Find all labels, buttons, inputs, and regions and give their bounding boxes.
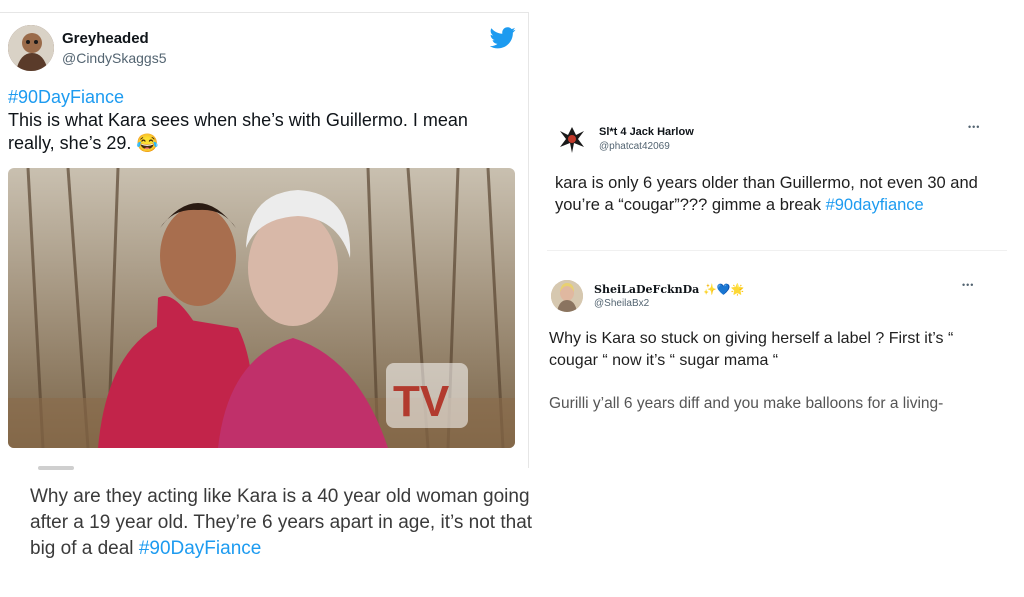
tweet-body: Why are they acting like Kara is a 40 ye… <box>30 486 533 559</box>
tweet-card-main: Greyheaded @CindySkaggs5 #90DayFiance Th… <box>0 12 529 468</box>
tweet-text-4: Why is Kara so stuck on giving herself a… <box>549 330 954 369</box>
hashtag-link[interactable]: #90DayFiance <box>139 538 262 559</box>
tweet-text: This is what Kara sees when she’s with G… <box>8 109 508 155</box>
avatar[interactable] <box>8 25 54 71</box>
avatar[interactable] <box>556 123 588 155</box>
user-handle[interactable]: @phatcat42069 <box>599 141 670 152</box>
hashtag-link[interactable]: #90DayFiance <box>8 87 124 107</box>
twitter-bird-icon[interactable] <box>490 27 516 49</box>
tweet-body: This is what Kara sees when she’s with G… <box>8 110 468 153</box>
display-name[interactable]: Greyheaded <box>62 30 149 47</box>
photo-watermark: TV <box>393 377 450 426</box>
tweet-hashtag[interactable]: #90DayFiance <box>8 86 124 109</box>
more-icon[interactable]: ••• <box>962 280 974 290</box>
more-icon[interactable]: ••• <box>968 122 980 132</box>
tweet-text-4b: Gurilli y’all 6 years diff and you make … <box>549 395 944 412</box>
tweet-divider <box>547 250 1007 251</box>
sparkle-heart-star-icons: ✨💙🌟 <box>703 283 745 296</box>
tweet-photo[interactable]: TV <box>8 168 515 448</box>
tweet-fragment-separator <box>38 466 74 470</box>
display-name[interactable]: Sl*t 4 Jack Harlow <box>599 126 694 138</box>
user-handle[interactable]: @CindySkaggs5 <box>62 50 167 66</box>
tweet-text-2: Why are they acting like Kara is a 40 ye… <box>30 484 550 562</box>
display-name-text: SheiLaDeFcknDa <box>594 283 700 296</box>
tweet-text-3: kara is only 6 years older than Guillerm… <box>555 172 1005 216</box>
laughing-emoji-icon: 😂 <box>136 133 159 153</box>
display-name[interactable]: SheiLaDeFcknDa ✨💙🌟 <box>594 283 744 296</box>
user-handle[interactable]: @SheilaBx2 <box>594 298 649 309</box>
hashtag-link[interactable]: #90dayfiance <box>826 196 924 214</box>
avatar[interactable] <box>551 280 583 312</box>
